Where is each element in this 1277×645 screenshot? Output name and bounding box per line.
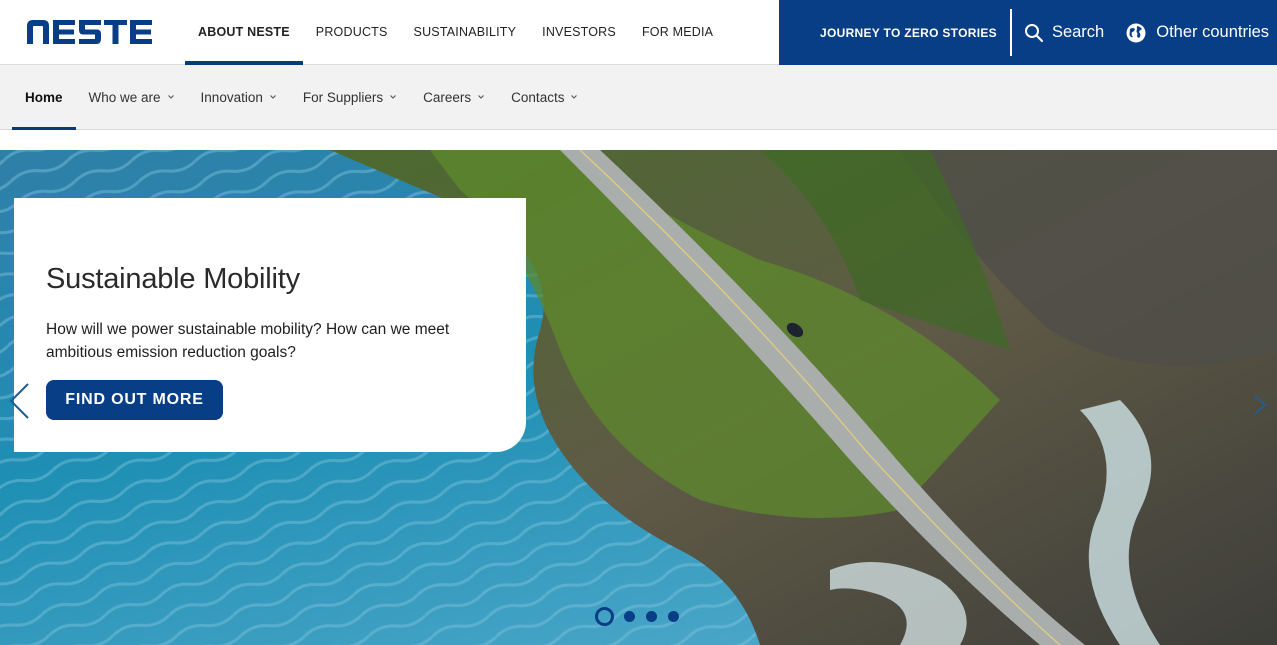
sub-nav-label: Contacts xyxy=(511,89,565,105)
utility-bar: JOURNEY TO ZERO STORIES Search Other cou… xyxy=(779,0,1277,65)
main-nav-for-media[interactable]: FOR MEDIA xyxy=(629,0,726,64)
chevron-down-icon xyxy=(478,95,485,99)
sub-nav-who-we-are[interactable]: Who we are xyxy=(76,65,188,129)
sub-nav-label: Home xyxy=(25,89,63,105)
carousel-pagination xyxy=(595,607,690,626)
main-nav-products[interactable]: PRODUCTS xyxy=(303,0,401,64)
other-countries-button[interactable]: Other countries xyxy=(1104,0,1269,65)
sub-nav-careers[interactable]: Careers xyxy=(410,65,498,129)
sub-nav: Home Who we are Innovation For Suppliers… xyxy=(0,65,1277,130)
search-icon xyxy=(1024,23,1044,42)
sub-nav-label: Innovation xyxy=(200,89,263,105)
search-button[interactable]: Search xyxy=(1012,0,1104,65)
neste-logo[interactable] xyxy=(27,20,153,44)
carousel-dot-4[interactable] xyxy=(668,611,679,622)
chevron-down-icon xyxy=(571,95,578,99)
hero-card: Sustainable Mobility How will we power s… xyxy=(14,198,526,452)
main-nav-about-neste[interactable]: ABOUT NESTE xyxy=(185,0,303,65)
sub-nav-contacts[interactable]: Contacts xyxy=(498,65,591,129)
search-label: Search xyxy=(1051,23,1105,41)
find-out-more-button[interactable]: FIND OUT MORE xyxy=(46,380,223,420)
sub-nav-innovation[interactable]: Innovation xyxy=(188,65,290,129)
sub-nav-label: Who we are xyxy=(88,89,161,105)
other-countries-label: Other countries xyxy=(1156,23,1270,41)
chevron-down-icon xyxy=(269,95,276,99)
chevron-left-icon[interactable] xyxy=(8,382,30,420)
chevron-down-icon xyxy=(167,95,174,99)
chevron-down-icon xyxy=(390,95,397,99)
sub-nav-home[interactable]: Home xyxy=(12,65,76,130)
carousel-dot-1[interactable] xyxy=(595,607,614,626)
sub-nav-for-suppliers[interactable]: For Suppliers xyxy=(290,65,410,129)
sub-nav-label: For Suppliers xyxy=(302,89,384,105)
main-nav: ABOUT NESTE PRODUCTS SUSTAINABILITY INVE… xyxy=(185,0,726,65)
hero-title: Sustainable Mobility xyxy=(46,263,300,295)
sub-nav-label: Careers xyxy=(423,89,472,105)
hero-text: How will we power sustainable mobility? … xyxy=(46,321,450,361)
hero-carousel: Sustainable Mobility How will we power s… xyxy=(0,150,1277,645)
carousel-dot-3[interactable] xyxy=(646,611,657,622)
main-nav-investors[interactable]: INVESTORS xyxy=(529,0,629,64)
journey-to-zero-link[interactable]: JOURNEY TO ZERO STORIES xyxy=(779,0,1010,65)
top-header: ABOUT NESTE PRODUCTS SUSTAINABILITY INVE… xyxy=(0,0,1277,65)
globe-icon xyxy=(1126,23,1146,42)
main-nav-sustainability[interactable]: SUSTAINABILITY xyxy=(401,0,530,64)
chevron-right-icon[interactable] xyxy=(1252,394,1268,416)
carousel-dot-2[interactable] xyxy=(624,611,635,622)
